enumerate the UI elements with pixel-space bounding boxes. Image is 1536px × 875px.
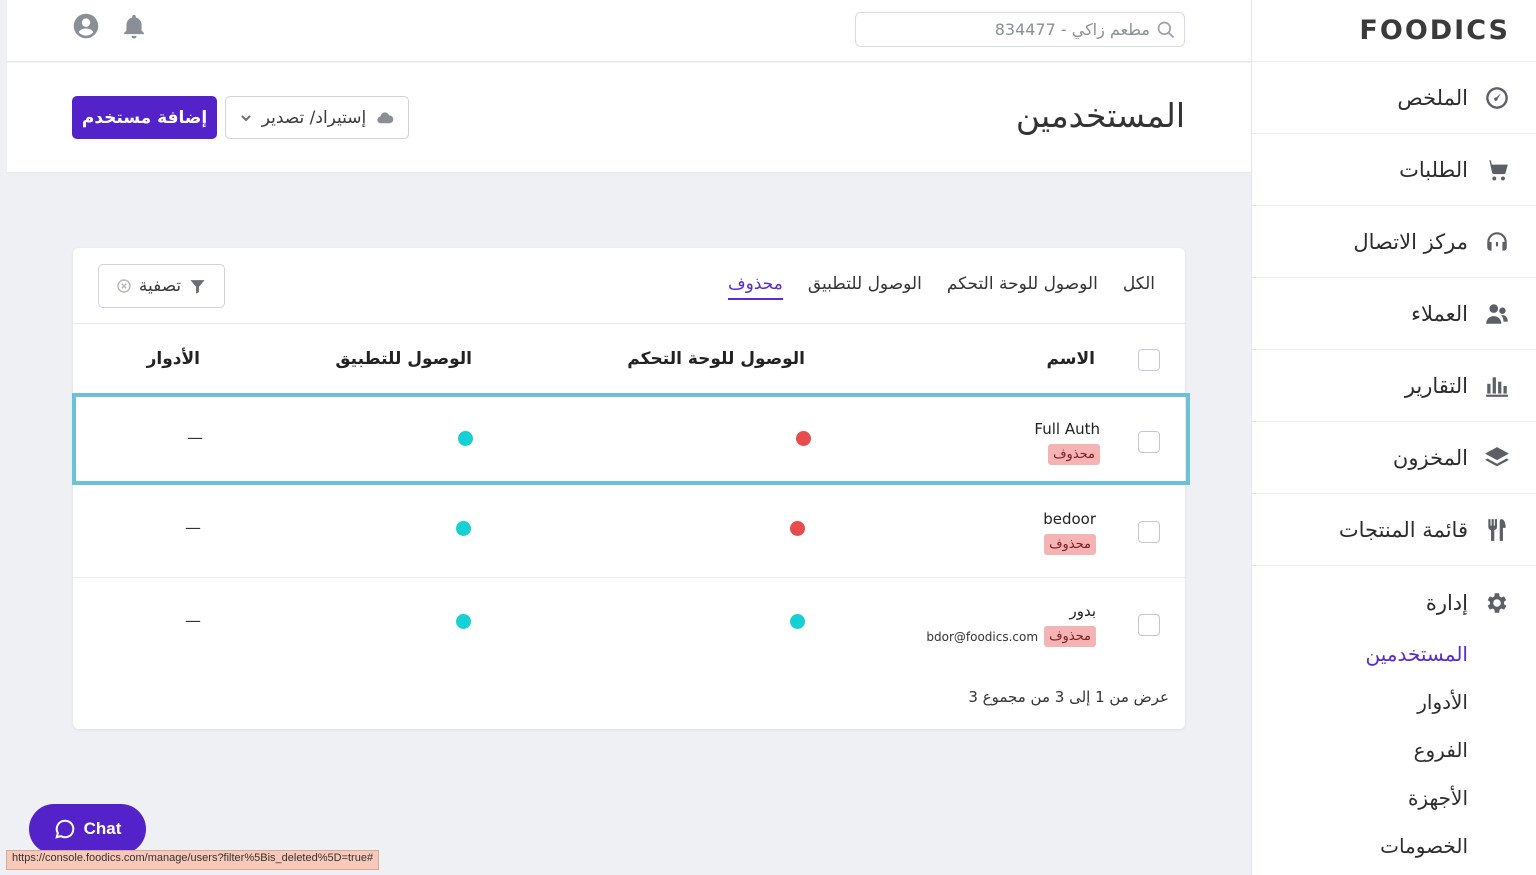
row-checkbox[interactable]	[1138, 521, 1160, 543]
top-actions	[72, 12, 148, 40]
user-email: bdor@foodics.com	[926, 629, 1039, 644]
sidebar-item-label: الملخص	[1397, 85, 1468, 110]
console-access-indicator	[790, 614, 805, 629]
headset-icon	[1484, 229, 1510, 255]
table-header: الاسم الوصول للوحة التحكم الوصول للتطبيق…	[73, 325, 1185, 395]
app-access-indicator	[456, 614, 471, 629]
column-header-console-access[interactable]: الوصول للوحة التحكم	[627, 349, 805, 369]
sidebar-item-reports[interactable]: التقارير	[1252, 350, 1536, 422]
column-header-app-access[interactable]: الوصول للتطبيق	[335, 349, 472, 369]
deleted-badge: محذوف	[1044, 534, 1096, 555]
business-search[interactable]	[855, 12, 1185, 47]
column-header-roles[interactable]: الأدوار	[147, 349, 200, 369]
app-access-indicator	[456, 521, 471, 536]
pagination-info: عرض من 1 إلى 3 من مجموع 3	[968, 688, 1169, 706]
user-name[interactable]: bedoor	[1043, 510, 1096, 528]
sidebar-item-label: قائمة المنتجات	[1338, 517, 1468, 542]
utensils-icon	[1484, 517, 1510, 543]
logo-text: FOODICS	[1359, 15, 1510, 46]
sidebar-subitem-users[interactable]: المستخدمين	[1252, 630, 1536, 678]
console-access-indicator	[790, 521, 805, 536]
column-header-name[interactable]: الاسم	[1046, 349, 1095, 369]
filter-label: تصفية	[138, 276, 182, 296]
table-row[interactable]: بدور محذوف bdor@foodics.com —	[73, 578, 1185, 670]
import-export-label: إستيراد/ تصدير	[261, 107, 367, 128]
sidebar-subitem-discounts[interactable]: الخصومات	[1252, 822, 1536, 870]
sidebar-item-menu[interactable]: قائمة المنتجات	[1252, 494, 1536, 566]
row-checkbox[interactable]	[1138, 431, 1160, 453]
deleted-badge: محذوف	[1044, 626, 1096, 647]
roles-cell: —	[187, 428, 203, 447]
sidebar-item-label: الطلبات	[1399, 157, 1468, 182]
cloud-icon	[377, 111, 394, 123]
tab-deleted[interactable]: محذوف	[728, 274, 783, 300]
console-access-indicator	[796, 431, 811, 446]
top-bar	[7, 0, 1251, 62]
tabs-bar: الكل الوصول للوحة التحكم الوصول للتطبيق …	[73, 248, 1185, 324]
chevron-down-icon	[241, 114, 251, 121]
user-name-cell: بدور محذوف bdor@foodics.com	[926, 602, 1096, 647]
table-row[interactable]: bedoor محذوف —	[73, 486, 1185, 578]
sidebar-item-label: مركز الاتصال	[1353, 229, 1468, 254]
filter-button[interactable]: تصفية	[98, 264, 225, 308]
reports-icon	[1484, 373, 1510, 399]
layers-icon	[1484, 445, 1510, 471]
sidebar-item-label: إدارة	[1425, 591, 1468, 615]
sidebar-subitem-branches[interactable]: الفروع	[1252, 726, 1536, 774]
roles-cell: —	[185, 518, 201, 537]
sidebar: FOODICS الملخص الطلبات مركز الاتصال العم…	[1251, 0, 1536, 875]
filter-funnel-icon	[190, 279, 205, 294]
sidebar-item-label: التقارير	[1404, 373, 1468, 398]
sidebar-item-label: المخزون	[1392, 445, 1468, 470]
chat-label: Chat	[83, 819, 122, 838]
foodics-logo[interactable]: FOODICS	[1252, 0, 1536, 62]
sidebar-item-orders[interactable]: الطلبات	[1252, 134, 1536, 206]
user-account-icon[interactable]	[72, 12, 100, 40]
customers-icon	[1484, 301, 1510, 327]
page-header: المستخدمين إستيراد/ تصدير إضافة مستخدم	[7, 63, 1251, 173]
chat-bubble-icon	[54, 819, 74, 839]
search-icon	[1157, 21, 1175, 38]
roles-cell: —	[185, 611, 201, 630]
sidebar-item-admin[interactable]: إدارة	[1252, 588, 1536, 618]
sidebar-item-customers[interactable]: العملاء	[1252, 278, 1536, 350]
user-name-cell: Full Auth محذوف	[1034, 420, 1100, 465]
badge-line: محذوف	[1034, 444, 1100, 465]
sidebar-item-call-center[interactable]: مركز الاتصال	[1252, 206, 1536, 278]
users-table-card: الكل الوصول للوحة التحكم الوصول للتطبيق …	[72, 248, 1190, 729]
sidebar-subitem-devices[interactable]: الأجهزة	[1252, 774, 1536, 822]
tab-app-access[interactable]: الوصول للتطبيق	[808, 274, 922, 300]
gear-icon	[1484, 590, 1510, 616]
sidebar-item-inventory[interactable]: المخزون	[1252, 422, 1536, 494]
tab-console-access[interactable]: الوصول للوحة التحكم	[947, 274, 1098, 300]
sidebar-item-summary[interactable]: الملخص	[1252, 62, 1536, 134]
add-user-button[interactable]: إضافة مستخدم	[72, 96, 217, 139]
row-checkbox[interactable]	[1138, 614, 1160, 636]
clear-filter-icon[interactable]	[117, 279, 131, 293]
user-name[interactable]: بدور	[926, 602, 1096, 620]
user-name-cell: bedoor محذوف	[1043, 510, 1096, 555]
app-access-indicator	[458, 431, 473, 446]
sidebar-subitem-roles[interactable]: الأدوار	[1252, 678, 1536, 726]
page-title: المستخدمين	[1015, 96, 1185, 135]
user-name[interactable]: Full Auth	[1034, 420, 1100, 438]
table-row[interactable]: Full Auth محذوف —	[72, 393, 1190, 485]
browser-status-url: https://console.foodics.com/manage/users…	[6, 850, 380, 870]
chat-button[interactable]: Chat	[29, 804, 146, 854]
badge-line: محذوف bdor@foodics.com	[926, 626, 1096, 647]
tab-list: الكل الوصول للوحة التحكم الوصول للتطبيق …	[728, 274, 1155, 300]
sidebar-admin-section: إدارة المستخدمين الأدوار الفروع الأجهزة …	[1252, 566, 1536, 870]
badge-line: محذوف	[1043, 534, 1096, 555]
import-export-dropdown[interactable]: إستيراد/ تصدير	[225, 96, 409, 139]
cart-icon	[1484, 157, 1510, 183]
search-input[interactable]	[856, 20, 1150, 39]
select-all-checkbox[interactable]	[1138, 349, 1160, 371]
dashboard-icon	[1484, 85, 1510, 111]
tab-all[interactable]: الكل	[1123, 274, 1155, 300]
deleted-badge: محذوف	[1048, 444, 1100, 465]
notifications-bell-icon[interactable]	[120, 12, 148, 40]
sidebar-item-label: العملاء	[1411, 301, 1468, 326]
